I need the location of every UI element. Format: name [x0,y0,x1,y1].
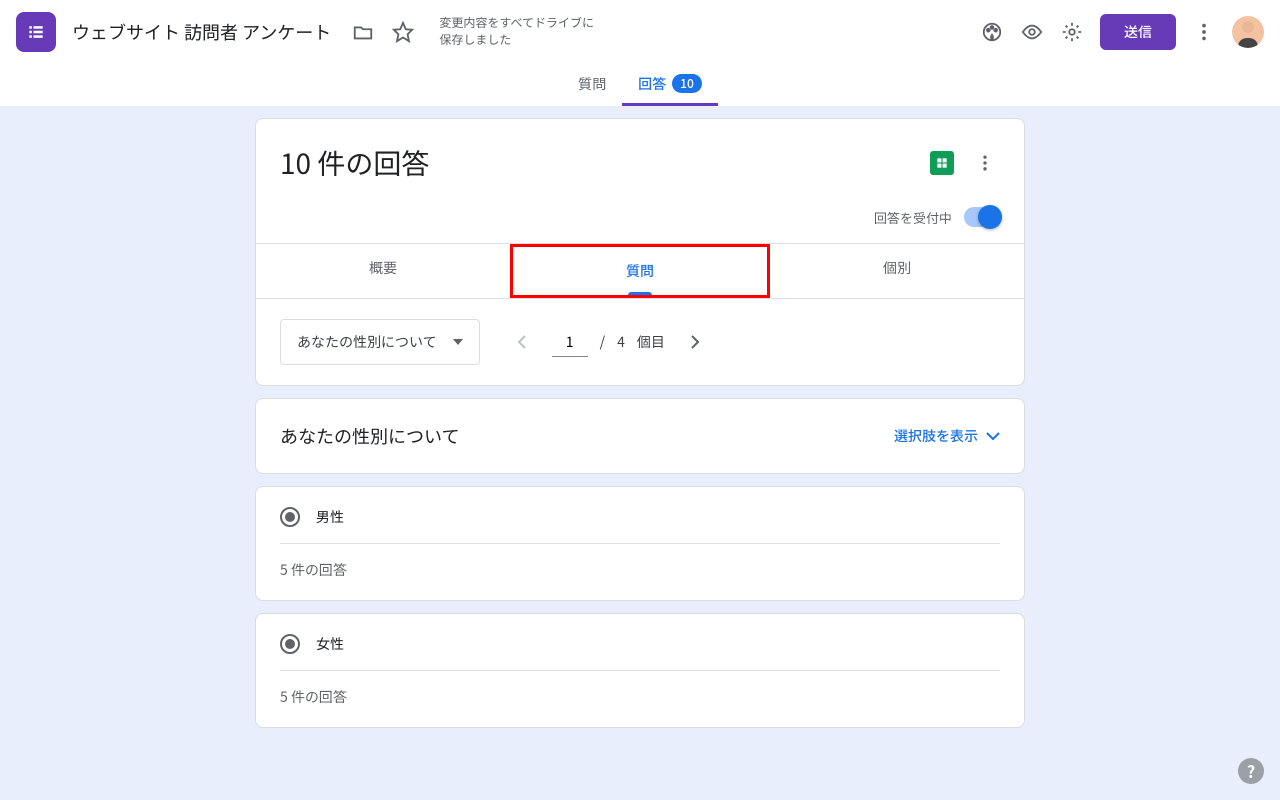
more-icon[interactable] [1184,12,1224,52]
move-folder-icon[interactable] [343,12,383,52]
responses-more-icon[interactable] [970,148,1000,178]
option-label: 女性 [316,634,344,654]
option-count: 5 件の回答 [280,544,1000,580]
star-icon[interactable] [383,12,423,52]
option-label: 男性 [316,507,344,527]
pager-current-input[interactable] [552,328,588,357]
help-button[interactable]: ? [1238,758,1264,784]
user-avatar[interactable] [1232,16,1264,48]
option-card-1: 女性 5 件の回答 [255,613,1025,728]
send-button[interactable]: 送信 [1100,14,1176,50]
tab-questions[interactable]: 質問 [562,64,622,106]
show-options-button[interactable]: 選択肢を表示 [894,426,1000,446]
question-selector-row: あなたの性別について / 4 個目 [256,298,1024,385]
radio-icon [280,634,300,654]
responses-badge: 10 [672,74,702,93]
pager-prev[interactable] [504,324,540,360]
tab-responses[interactable]: 回答 10 [622,64,718,106]
accepting-toggle[interactable] [964,207,1000,227]
preview-icon[interactable] [1012,12,1052,52]
responses-card: 10 件の回答 回答を受付中 概要 質問 個別 あなたの性 [255,118,1025,386]
app-header: ウェブサイト 訪問者 アンケート 変更内容をすべてドライブに 保存しました 送信 [0,0,1280,64]
pager-next[interactable] [677,324,713,360]
theme-icon[interactable] [972,12,1012,52]
question-header-card: あなたの性別について 選択肢を表示 [255,398,1025,474]
settings-icon[interactable] [1052,12,1092,52]
forms-logo[interactable] [16,12,56,52]
option-card-0: 男性 5 件の回答 [255,486,1025,601]
accepting-label: 回答を受付中 [874,208,952,227]
sheets-icon[interactable] [930,151,954,175]
question-pager: / 4 個目 [504,324,713,360]
main-tabs: 質問 回答 10 [0,64,1280,106]
option-count: 5 件の回答 [280,671,1000,707]
question-title: あなたの性別について [280,423,459,449]
content-area: 10 件の回答 回答を受付中 概要 質問 個別 あなたの性 [0,106,1280,740]
subtab-individual[interactable]: 個別 [770,244,1024,298]
subtab-summary[interactable]: 概要 [256,244,510,298]
chevron-down-icon [453,339,463,345]
form-title[interactable]: ウェブサイト 訪問者 アンケート [72,19,331,45]
subtab-question[interactable]: 質問 [510,244,770,298]
responses-count-title: 10 件の回答 [280,143,429,183]
response-sub-tabs: 概要 質問 個別 [256,243,1024,298]
question-dropdown[interactable]: あなたの性別について [280,319,480,365]
chevron-down-icon [986,432,1000,440]
save-status: 変更内容をすべてドライブに 保存しました [439,15,594,49]
radio-icon [280,507,300,527]
